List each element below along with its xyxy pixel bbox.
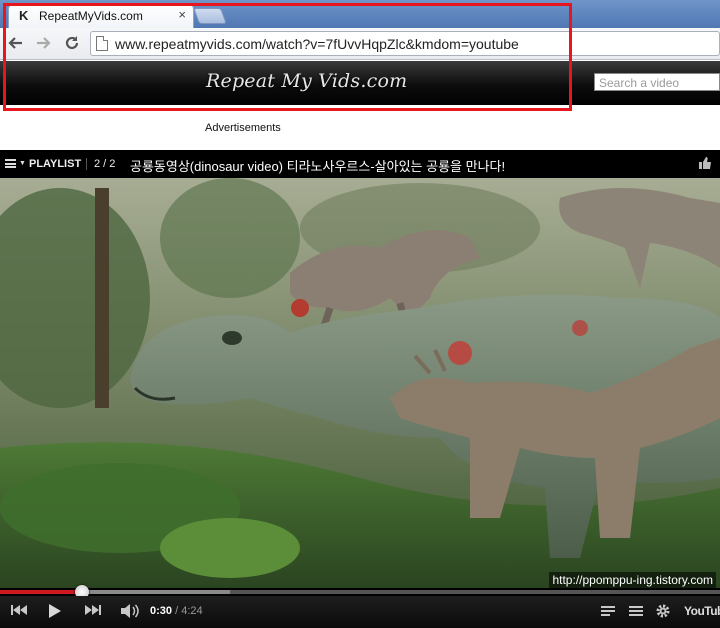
tab-title: RepeatMyVids.com (39, 9, 143, 23)
volume-icon[interactable] (120, 603, 140, 623)
playlist-count: 2 / 2 (94, 158, 116, 170)
search-box[interactable] (594, 73, 720, 91)
site-header: Repeat My Vids.com (0, 61, 720, 105)
watermark: http://ppomppu-ing.tistory.com (549, 572, 716, 588)
video-frame[interactable]: http://ppomppu-ing.tistory.com (0, 178, 720, 588)
tab-repeatmyvids[interactable]: K RepeatMyVids.com × (8, 3, 194, 28)
previous-icon[interactable] (10, 603, 28, 621)
player-controls: 0:30 / 4:24 YouTube (0, 596, 720, 628)
forward-arrow-icon[interactable] (33, 34, 53, 54)
playlist-icon[interactable] (628, 603, 644, 621)
tab-strip: K RepeatMyVids.com × (0, 0, 720, 28)
menu-icon[interactable] (5, 159, 16, 168)
search-input[interactable] (599, 76, 719, 90)
divider (86, 158, 87, 170)
address-bar[interactable]: www.repeatmyvids.com/watch?v=7fUvvHqpZlc… (90, 31, 720, 56)
captions-icon[interactable] (600, 603, 616, 621)
gear-icon[interactable] (655, 603, 671, 623)
progress-bar[interactable] (0, 585, 720, 599)
play-icon[interactable] (48, 603, 62, 623)
close-icon[interactable]: × (178, 8, 186, 22)
playlist-button[interactable]: PLAYLIST (29, 158, 81, 170)
video-scene (0, 178, 720, 588)
progress-track[interactable] (0, 585, 720, 599)
total-time: 4:24 (181, 605, 203, 617)
next-icon[interactable] (84, 603, 102, 621)
current-time: 0:30 (150, 605, 173, 617)
video-title[interactable]: 공룡동영상(dinosaur video) 티라노사우르스-살아있는 공룡을 만… (130, 156, 505, 175)
player-topbar: ▼ PLAYLIST 2 / 2 공룡동영상(dinosaur video) 티… (0, 150, 720, 178)
site-logo[interactable]: Repeat My Vids.com (206, 70, 407, 92)
chevron-down-icon[interactable]: ▼ (19, 160, 26, 167)
ads-label: Advertisements (205, 122, 281, 134)
browser-toolbar: www.repeatmyvids.com/watch?v=7fUvvHqpZlc… (0, 28, 720, 60)
new-tab-button[interactable] (193, 8, 227, 24)
progress-played (0, 590, 83, 594)
youtube-logo[interactable]: YouTube (684, 604, 720, 618)
thumbs-up-icon[interactable] (698, 156, 712, 173)
reload-icon[interactable] (62, 34, 82, 54)
page-icon (96, 36, 108, 51)
favicon-icon: K (19, 8, 29, 23)
url-text[interactable]: www.repeatmyvids.com/watch?v=7fUvvHqpZlc… (115, 36, 519, 52)
back-arrow-icon[interactable] (6, 34, 26, 54)
time-display: 0:30 / 4:24 (150, 605, 203, 617)
